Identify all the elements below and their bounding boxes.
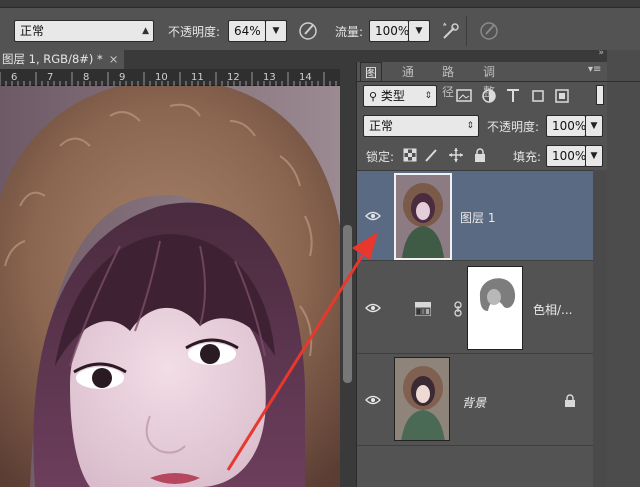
opacity-dropdown-button[interactable]: ▼: [265, 20, 287, 42]
layer-thumbnail[interactable]: [394, 173, 452, 260]
layer-name[interactable]: 图层 1: [460, 209, 495, 226]
layer-thumbnail-image: [396, 175, 450, 258]
panel-right-strip: [607, 50, 640, 487]
tab-channels[interactable]: 通道: [402, 62, 414, 99]
ruler-label: 7: [47, 72, 53, 83]
layer-row-hue-saturation[interactable]: 色相/...: [357, 261, 593, 354]
image-filter-icon[interactable]: [456, 89, 472, 102]
lock-label: 锁定:: [366, 150, 395, 164]
lock-all-icon[interactable]: [475, 148, 485, 162]
menu-strip: [0, 0, 640, 8]
layers-scrollbar[interactable]: [593, 170, 607, 487]
photo-canvas[interactable]: [0, 86, 340, 487]
layer-row-background[interactable]: 背景: [357, 354, 593, 446]
flow-dropdown-button[interactable]: ▼: [408, 20, 430, 42]
type-filter-icon[interactable]: [507, 89, 519, 102]
canvas-scrollbar-thumb[interactable]: [343, 225, 352, 383]
filter-toggle[interactable]: [596, 85, 604, 105]
portrait-photo: [0, 86, 340, 487]
blend-mode-dropdown[interactable]: 正常 ⇕: [363, 115, 479, 137]
layer-thumbnail[interactable]: [394, 357, 450, 441]
collapse-icon[interactable]: »: [598, 48, 604, 58]
lock-icon: [565, 394, 575, 407]
ruler-ticks: 6 7 8 9 10 11 12 13 14: [0, 72, 337, 86]
mode-dropdown[interactable]: 正常 ▲: [14, 20, 154, 42]
eye-icon[interactable]: [365, 210, 381, 222]
lock-brush-icon[interactable]: [425, 149, 437, 162]
tab-layers[interactable]: 图层: [360, 62, 383, 100]
separator: [466, 16, 467, 46]
document-tab[interactable]: 图层 1, RGB/8#) * ×: [0, 50, 124, 69]
document-title: 图层 1, RGB/8#) *: [2, 52, 103, 66]
layer-mask-thumbnail[interactable]: [467, 266, 523, 350]
layer-name[interactable]: 色相/...: [533, 301, 573, 318]
flow-input[interactable]: 100%: [369, 20, 409, 42]
ruler-label: 14: [299, 72, 312, 83]
close-icon[interactable]: ×: [109, 52, 119, 66]
ruler-label: 12: [227, 72, 240, 83]
background-thumbnail-image: [395, 358, 449, 440]
fill-dropdown[interactable]: ▼: [585, 145, 603, 167]
tab-adjustments[interactable]: 调整: [483, 62, 495, 99]
smartobject-filter-icon[interactable]: [555, 89, 569, 103]
horizontal-ruler: 6 7 8 9 10 11 12 13 14: [0, 69, 340, 86]
mode-value: 正常: [20, 24, 45, 38]
adjustment-layer-icon: [415, 302, 431, 316]
layer-row-layer1[interactable]: 图层 1: [357, 171, 593, 261]
updown-arrow-icon: ⇕: [466, 121, 474, 131]
layer-name[interactable]: 背景: [462, 394, 486, 411]
opacity-label: 不透明度:: [168, 25, 221, 39]
filter-kind-dropdown[interactable]: ⚲ 类型 ⇕: [363, 85, 437, 107]
ruler-label: 10: [155, 72, 168, 83]
blend-mode-value: 正常: [369, 119, 394, 133]
shape-filter-icon[interactable]: [532, 90, 544, 102]
filter-kind-value: 类型: [380, 89, 405, 103]
updown-arrow-icon: ⇕: [424, 91, 432, 101]
flow-value: 100%: [375, 24, 410, 38]
ruler-label: 9: [119, 72, 125, 83]
layer-opacity-dropdown[interactable]: ▼: [585, 115, 603, 137]
ruler-label: 8: [83, 72, 89, 83]
opacity-input[interactable]: 64%: [228, 20, 266, 42]
layer-opacity-value: 100%: [552, 119, 587, 133]
layer-opacity-input[interactable]: 100%: [546, 115, 586, 137]
tablet-pressure-icon[interactable]: [478, 20, 500, 42]
fill-input[interactable]: 100%: [546, 145, 586, 167]
pressure-icon[interactable]: [297, 20, 319, 42]
airbrush-icon[interactable]: [440, 20, 462, 42]
fill-value: 100%: [552, 149, 587, 163]
ruler-label: 11: [191, 72, 204, 83]
filter-icons: [456, 89, 569, 103]
adjust-filter-icon[interactable]: [482, 89, 496, 103]
tab-paths[interactable]: 路径: [442, 62, 454, 99]
eye-icon[interactable]: [365, 302, 381, 314]
mask-image: [468, 267, 522, 349]
tab-divider: [356, 81, 640, 82]
panel-menu-icon[interactable]: ▾≡: [588, 64, 601, 75]
lock-move-icon[interactable]: [449, 148, 463, 162]
mask-link-icon[interactable]: [453, 301, 463, 317]
flow-label: 流量:: [335, 25, 364, 39]
search-icon: ⚲: [369, 90, 378, 103]
ruler-label: 13: [263, 72, 276, 83]
updown-arrow-icon: ▲: [142, 26, 149, 36]
lock-icons: [403, 148, 485, 162]
opacity-value: 64%: [234, 24, 261, 38]
fill-label: 填充:: [513, 150, 542, 164]
lock-pixels-icon[interactable]: [403, 148, 417, 162]
ruler-label: 6: [11, 72, 17, 83]
eye-icon[interactable]: [365, 394, 381, 406]
layer-opacity-label: 不透明度:: [487, 120, 540, 134]
panel-header-strip: »: [356, 48, 640, 62]
